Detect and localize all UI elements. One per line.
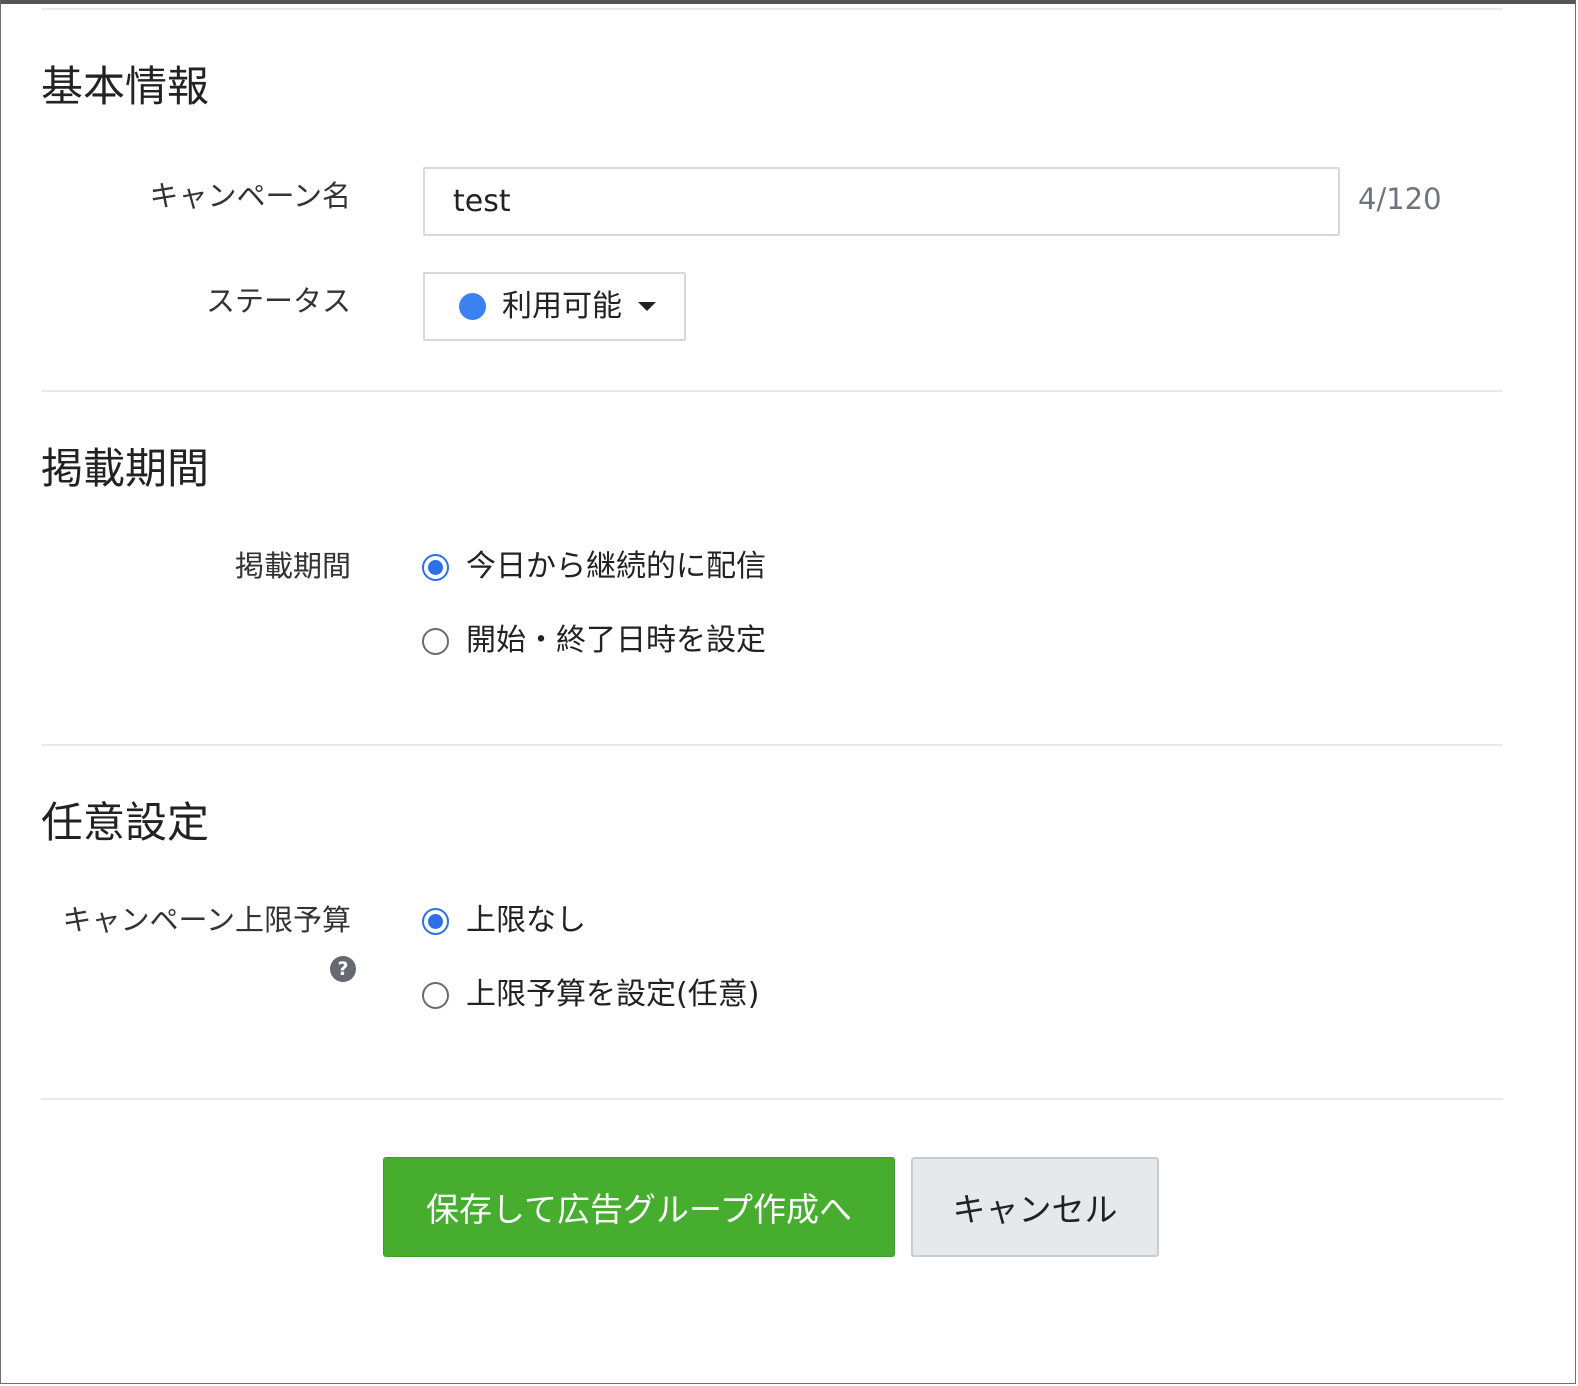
campaign-name-char-counter: 4/120: [1358, 182, 1442, 216]
radio-button-unchecked[interactable]: [422, 627, 449, 655]
divider-3: [41, 1098, 1503, 1100]
status-dot-icon: [459, 293, 486, 320]
radio-option-no-limit[interactable]: 上限なし: [422, 906, 586, 936]
question-circle-icon[interactable]: ?: [330, 956, 356, 982]
status-dropdown[interactable]: 利用可能: [423, 272, 686, 341]
section-title-optional: 任意設定: [41, 798, 210, 847]
divider-2: [41, 744, 1503, 746]
radio-button-checked[interactable]: [422, 553, 449, 581]
radio-option-set-budget[interactable]: 上限予算を設定(任意): [422, 980, 759, 1010]
radio-label: 今日から継続的に配信: [466, 549, 766, 584]
divider-top: [41, 8, 1503, 10]
radio-button-checked[interactable]: [422, 907, 449, 935]
radio-option-set-dates[interactable]: 開始・終了日時を設定: [422, 626, 766, 656]
form-panel: 基本情報 キャンペーン名 4/120 ステータス 利用可能 掲載期間 掲載期間 …: [0, 0, 1576, 1384]
cancel-button[interactable]: キャンセル: [911, 1157, 1159, 1257]
radio-label: 開始・終了日時を設定: [466, 623, 766, 658]
caret-down-icon: [638, 302, 656, 311]
status-selected-value: 利用可能: [502, 288, 622, 324]
divider-1: [41, 390, 1503, 392]
period-label: 掲載期間: [234, 549, 351, 583]
section-title-basic-info: 基本情報: [41, 62, 210, 111]
radio-label: 上限予算を設定(任意): [466, 977, 760, 1012]
radio-option-continuous[interactable]: 今日から継続的に配信: [422, 552, 766, 582]
radio-label: 上限なし: [466, 903, 586, 938]
radio-button-unchecked[interactable]: [422, 981, 449, 1009]
save-and-create-ad-group-button[interactable]: 保存して広告グループ作成へ: [383, 1157, 895, 1257]
status-label: ステータス: [205, 284, 351, 318]
campaign-name-label: キャンペーン名: [149, 179, 351, 213]
section-title-period: 掲載期間: [41, 444, 210, 493]
campaign-budget-label: キャンペーン上限予算: [62, 903, 351, 937]
campaign-name-input[interactable]: [423, 167, 1340, 236]
